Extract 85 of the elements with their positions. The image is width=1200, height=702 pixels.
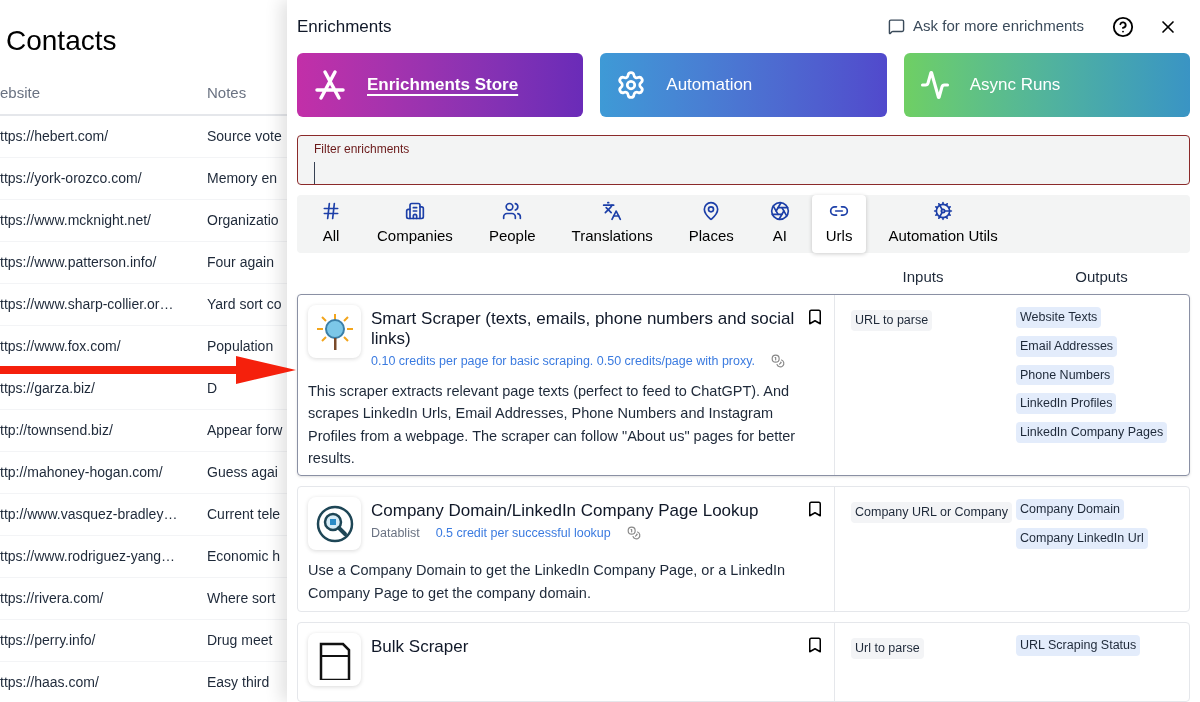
table-cell-text: Population [207, 337, 274, 356]
category-tab[interactable]: Automation Utils [874, 195, 1012, 254]
column-header: Notes [207, 82, 247, 103]
section-button[interactable]: Enrichments Store [297, 53, 584, 118]
table-cell-text: Easy third [207, 673, 270, 692]
comment-icon [888, 18, 906, 36]
bookmark-icon[interactable] [806, 308, 824, 326]
help-button[interactable] [1112, 15, 1134, 38]
bookmark-icon[interactable] [806, 500, 824, 518]
table-cell-text: Appear forw [207, 421, 283, 440]
table-cell-text: Source vote [207, 127, 282, 146]
output-tag: URL Scraping Status [1016, 635, 1141, 656]
aperture-icon [769, 200, 790, 221]
output-tag: Website Texts [1016, 307, 1102, 328]
input-tag: Url to parse [851, 638, 924, 659]
table-cell-text: ttps://hebert.com/ [0, 127, 110, 146]
app-store-icon [313, 68, 347, 103]
output-tag: Phone Numbers [1016, 364, 1115, 386]
table-cell-text: Memory en [207, 169, 278, 188]
gear-icon [616, 70, 647, 101]
table-cell-text: ttps://www.mcknight.net/ [0, 211, 152, 230]
column-header: Inputs [901, 266, 945, 287]
ask-link[interactable]: Ask for more enrichments [888, 15, 1084, 38]
credits-text: 0.10 credits per page for basic scraping. 0.50 credits/page with proxy. [371, 353, 755, 370]
table-cell-text: ttp://www.vasquez-bradley… [0, 505, 179, 524]
table-cell-text: Where sort [207, 589, 276, 608]
pulse-icon [919, 70, 950, 101]
column-header: Outputs [1074, 266, 1129, 287]
table-cell-text: Drug meet [207, 631, 273, 650]
section-button[interactable]: Automation [600, 53, 887, 118]
table-cell-text: ttps://haas.com/ [0, 673, 100, 692]
table-cell-text: ttp://mahoney-hogan.com/ [0, 463, 164, 482]
coins-icon [771, 354, 785, 369]
input-tag: Company URL or Company [851, 502, 1013, 523]
output-tag: Company Domain [1016, 499, 1125, 520]
magnifier-icon [314, 503, 355, 544]
column-header: ebsite [0, 82, 42, 103]
hash-icon [321, 200, 341, 221]
vendor-name: Datablist [371, 525, 420, 542]
table-cell-text: ttps://garza.biz/ [0, 379, 96, 398]
table-cell-text: ttps://perry.info/ [0, 631, 97, 650]
output-tag: LinkedIn Company Pages [1016, 422, 1168, 443]
enrichment-description: This scraper extracts relevant page texts (perfect to feed to ChatGPT). And scrapes LinkedIn Urls, Email Addresses, Phone Numbers and Instagram Profiles from a webpage. The scraper can follow "About us" pages for better results. [308, 381, 797, 469]
table-cell-text: Economic h [207, 547, 281, 566]
enrichment-title: Company Domain/LinkedIn Company Page Lookup [371, 500, 760, 521]
input-tag: URL to parse [851, 310, 933, 331]
translate-icon [602, 200, 623, 221]
output-tag: Company LinkedIn Url [1016, 527, 1148, 549]
category-tab[interactable]: Translations [557, 195, 667, 254]
table-cell-text: Four again [207, 253, 274, 272]
page-title: Contacts [5, 24, 118, 58]
category-tab[interactable]: All [307, 195, 355, 254]
table-cell-text: Current tele [207, 505, 281, 524]
category-tab[interactable]: People [474, 195, 550, 254]
table-cell-text: Organizatio [207, 211, 279, 230]
people-icon [502, 200, 523, 221]
category-tab[interactable]: Companies [363, 195, 467, 254]
output-tag: LinkedIn Profiles [1016, 393, 1117, 414]
enrichment-title: Bulk Scraper [371, 636, 470, 657]
table-cell-text: ttps://www.sharp-collier.or… [0, 295, 175, 314]
panel-title: Enrichments [297, 15, 392, 38]
magnifier-sun-icon [314, 311, 355, 352]
category-tab[interactable]: AI [755, 195, 804, 254]
enrichment-card[interactable]: Bulk Scraper Url to parse URL Scraping Status [297, 622, 1190, 702]
enrichment-description: Use a Company Domain to get the LinkedIn Company Page, or a LinkedIn Company Page to get the company domain. [308, 561, 787, 603]
table-cell-text: ttps://www.fox.com/ [0, 337, 122, 356]
table-cell-text: ttps://york-orozco.com/ [0, 169, 143, 188]
enrichment-title: Smart Scraper (texts, emails, phone numbers and social links) [371, 308, 796, 349]
table-cell-text: Yard sort co [207, 295, 282, 314]
table-cell-text: D [207, 379, 218, 398]
category-tab[interactable]: Places [674, 195, 748, 254]
output-tag: Email Addresses [1016, 335, 1118, 357]
table-cell-text: ttps://www.patterson.info/ [0, 253, 158, 272]
filter-field[interactable]: Filter enrichments [297, 135, 1190, 186]
table-cell-text: Guess agai [207, 463, 278, 482]
enrichment-card[interactable] [297, 294, 1190, 476]
building-icon [404, 200, 425, 221]
gear-icon [933, 200, 954, 221]
table-cell-text: ttp://townsend.biz/ [0, 421, 114, 440]
credits-text: 0.5 credit per successful lookup [435, 525, 611, 542]
bookmark-icon[interactable] [806, 636, 824, 654]
table-cell-text: ttps://rivera.com/ [0, 589, 105, 608]
category-tab[interactable]: Urls [811, 195, 867, 254]
coins-icon [626, 526, 641, 541]
table-cell-text: ttps://www.rodriguez-yang… [0, 547, 177, 566]
